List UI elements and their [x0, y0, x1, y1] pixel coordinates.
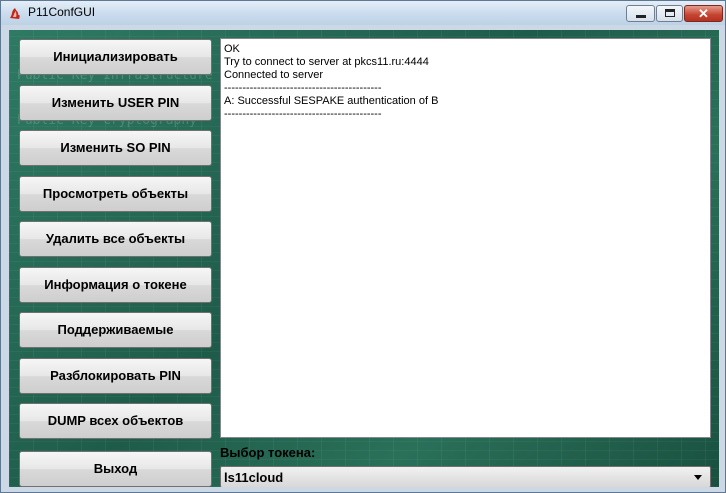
minimize-icon [636, 15, 646, 18]
change-so-pin-button[interactable]: Изменить SO PIN [19, 130, 212, 166]
token-select-value: ls11cloud [224, 470, 284, 485]
log-line: ----------------------------------------… [224, 108, 382, 120]
token-select-label: Выбор токена: [220, 445, 316, 460]
window-title: P11ConfGUI [28, 5, 96, 19]
maximize-icon [665, 9, 675, 17]
view-objects-button[interactable]: Просмотреть объекты [19, 176, 212, 212]
app-logo-icon [10, 8, 20, 19]
change-user-pin-button[interactable]: Изменить USER PIN [19, 85, 212, 121]
app-window: P11ConfGUI ✕ Public Key Infrastructure P… [0, 0, 726, 493]
maximize-button[interactable] [656, 5, 683, 22]
chevron-down-icon[interactable] [694, 475, 702, 480]
log-line: Try to connect to server at pkcs11.ru:44… [224, 56, 429, 68]
close-button[interactable]: ✕ [684, 5, 723, 22]
unblock-pin-button[interactable]: Разблокировать PIN [19, 358, 212, 394]
dump-all-objects-button[interactable]: DUMP всех объектов [19, 403, 212, 439]
log-line: Connected to server [224, 69, 324, 81]
client-area: Public Key Infrastructure Public Key Cry… [9, 30, 719, 487]
minimize-button[interactable] [626, 5, 655, 22]
close-icon: ✕ [698, 6, 709, 21]
title-bar[interactable]: P11ConfGUI ✕ [1, 1, 725, 25]
token-select[interactable]: ls11cloud [220, 466, 711, 487]
output-log[interactable]: OK Try to connect to server at pkcs11.ru… [220, 38, 711, 438]
supported-mechanisms-button[interactable]: Поддерживаемые механизмы [19, 312, 212, 371]
initialize-button[interactable]: Инициализировать [19, 39, 212, 75]
delete-all-objects-button[interactable]: Удалить все объекты [19, 221, 212, 257]
token-info-button[interactable]: Информация о токене [19, 267, 212, 303]
exit-button[interactable]: Выход [19, 451, 212, 487]
log-line: OK [224, 43, 240, 55]
log-line: A: Successful SESPAKE authentication of … [224, 95, 439, 107]
log-line: ----------------------------------------… [224, 82, 382, 94]
